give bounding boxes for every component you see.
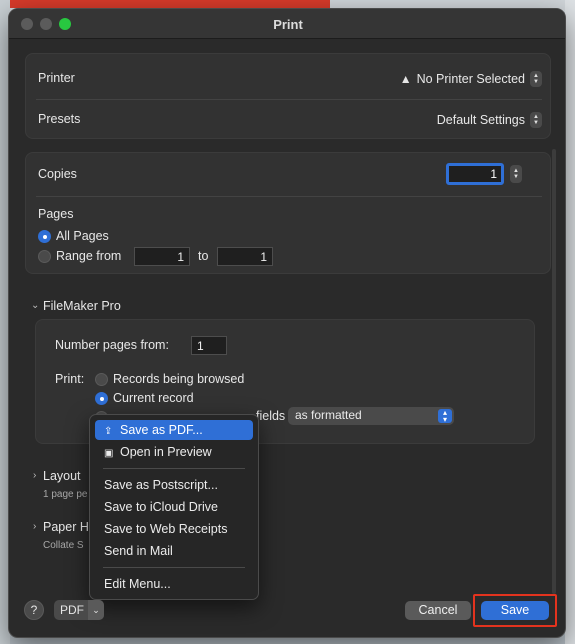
printer-popup[interactable]: ▲ No Printer Selected ▲ ▼ — [400, 69, 542, 89]
menu-item-save-as-postscript[interactable]: Save as Postscript... — [95, 475, 253, 495]
save-button[interactable]: Save — [481, 601, 549, 620]
printer-panel: Printer ▲ No Printer Selected ▲ ▼ Presets… — [25, 53, 551, 139]
help-button[interactable]: ? — [24, 600, 44, 620]
current-record-label: Current record — [113, 391, 194, 405]
menu-item-save-to-icloud[interactable]: Save to iCloud Drive — [95, 497, 253, 517]
presets-value: Default Settings — [436, 113, 525, 127]
all-pages-radio[interactable] — [38, 230, 51, 243]
format-select[interactable]: as formatted ▴ ▾ — [288, 407, 454, 425]
background-right-edge — [565, 0, 575, 644]
blank-record-label: fields — [256, 409, 286, 423]
copies-label: Copies — [38, 167, 77, 181]
number-pages-field[interactable]: 1 — [191, 336, 227, 355]
pages-label: Pages — [38, 207, 74, 221]
range-from-field[interactable]: 1 — [134, 247, 190, 266]
menu-item-save-as-pdf[interactable]: ⇪ Save as PDF... — [95, 420, 253, 440]
presets-label: Presets — [38, 112, 81, 126]
chevron-updown-icon: ▲ ▼ — [530, 71, 542, 87]
records-browsed-radio[interactable] — [95, 373, 108, 386]
current-record-radio[interactable] — [95, 392, 108, 405]
records-browsed-label: Records being browsed — [113, 372, 245, 386]
printer-value: No Printer Selected — [416, 72, 525, 86]
chevron-updown-icon: ▲ ▼ — [530, 112, 542, 128]
pdf-menu-button[interactable]: PDF ⌄ — [54, 600, 104, 620]
divider — [36, 99, 542, 100]
title-bar: Print — [9, 9, 565, 39]
warning-triangle-icon: ▲ — [399, 72, 412, 86]
preview-icon: ▣ — [104, 448, 114, 459]
print-dialog: Print Printer ▲ No Printer Selected ▲ ▼ P… — [8, 8, 566, 638]
range-radio[interactable] — [38, 250, 51, 263]
menu-item-send-in-mail[interactable]: Send in Mail — [95, 541, 253, 561]
range-to-field[interactable]: 1 — [217, 247, 273, 266]
pdf-label: PDF — [60, 603, 84, 617]
divider — [36, 196, 542, 197]
paper-section-title[interactable]: Paper H — [43, 520, 89, 534]
range-to-label: to — [198, 249, 209, 263]
number-pages-label: Number pages from: — [55, 338, 169, 352]
chevron-updown-icon: ▴ ▾ — [438, 409, 452, 424]
menu-separator — [103, 567, 245, 568]
cancel-button[interactable]: Cancel — [405, 601, 471, 620]
chevron-down-icon: ⌄ — [88, 600, 104, 620]
filemaker-section-title[interactable]: FileMaker Pro — [43, 299, 121, 313]
menu-item-open-in-preview[interactable]: ▣ Open in Preview — [95, 442, 253, 462]
chevron-right-icon[interactable]: › — [33, 470, 36, 481]
menu-item-edit-menu[interactable]: Edit Menu... — [95, 574, 253, 594]
format-value: as formatted — [295, 408, 362, 422]
menu-separator — [103, 468, 245, 469]
background-app-red-bar — [0, 0, 330, 8]
range-from-label: Range from — [56, 249, 122, 263]
chevron-right-icon[interactable]: › — [33, 521, 36, 532]
copies-pages-panel: Copies 1 ▲ ▼ Pages All Pages Range from 1… — [25, 152, 551, 274]
layout-summary: 1 page pe — [43, 489, 88, 500]
share-icon: ⇪ — [104, 426, 113, 437]
pdf-menu: ⇪ Save as PDF... ▣ Open in Preview Save as… — [89, 414, 259, 600]
paper-summary: Collate S — [43, 540, 84, 551]
presets-popup[interactable]: Default Settings ▲ ▼ — [437, 110, 542, 130]
all-pages-label: All Pages — [56, 229, 109, 243]
chevron-down-icon[interactable]: ⌄ — [31, 300, 39, 311]
print-label: Print: — [55, 372, 85, 386]
scrollbar[interactable] — [552, 149, 556, 594]
window-title: Print — [273, 17, 303, 32]
layout-section-title[interactable]: Layout — [43, 469, 81, 483]
menu-item-save-to-web-receipts[interactable]: Save to Web Receipts — [95, 519, 253, 539]
printer-label: Printer — [38, 71, 75, 85]
copies-stepper[interactable]: ▲ ▼ — [510, 165, 522, 183]
copies-field[interactable]: 1 — [446, 163, 504, 185]
